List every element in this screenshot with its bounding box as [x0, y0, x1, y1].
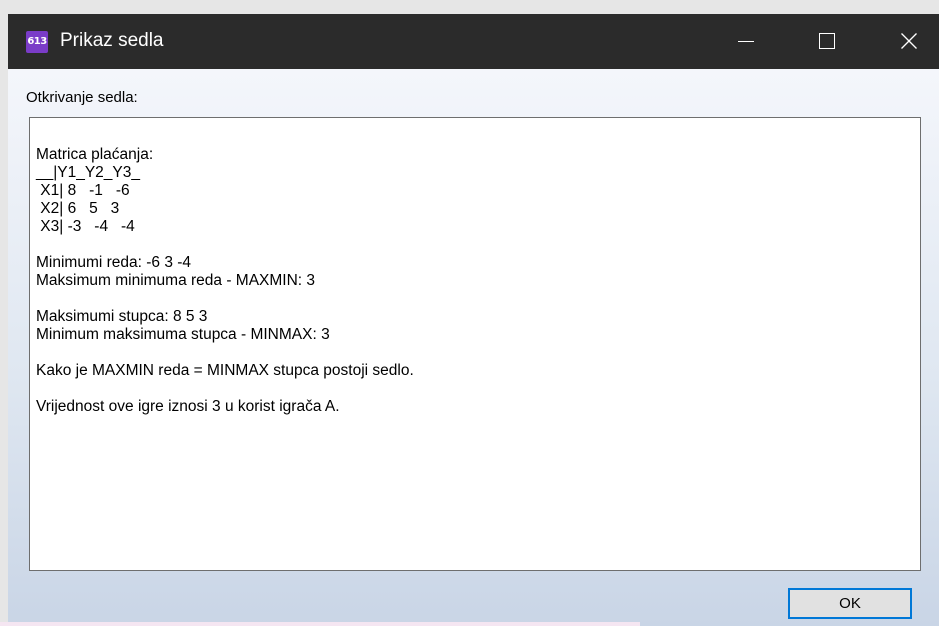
maximize-button[interactable] [795, 14, 855, 69]
result-line: Matrica plaćanja: [36, 146, 154, 163]
app-icon: 613 [26, 31, 48, 53]
dialog-window: 613 Prikaz sedla Otkrivanje sedla: Matri… [8, 14, 939, 626]
result-line: Minimum maksimuma stupca - MINMAX: 3 [36, 326, 330, 343]
result-text: Matrica plaćanja: __|Y1_Y2_Y3_ X1| 8 -1 … [30, 118, 920, 416]
ok-button[interactable]: OK [788, 588, 912, 619]
result-line: X3| -3 -4 -4 [36, 218, 135, 235]
result-line: Minimumi reda: -6 3 -4 [36, 254, 192, 271]
title-bar[interactable]: 613 Prikaz sedla [8, 14, 939, 69]
result-textbox[interactable]: Matrica plaćanja: __|Y1_Y2_Y3_ X1| 8 -1 … [29, 117, 921, 571]
result-line: Maksimum minimuma reda - MAXMIN: 3 [36, 272, 316, 289]
result-line: X1| 8 -1 -6 [36, 182, 130, 199]
result-line: Maksimumi stupca: 8 5 3 [36, 308, 208, 325]
result-line: __|Y1_Y2_Y3_ [36, 164, 141, 181]
close-button[interactable] [877, 14, 937, 69]
window-title: Prikaz sedla [60, 30, 164, 51]
minimize-icon [738, 41, 754, 42]
taskbar-strip [0, 622, 640, 626]
result-line: Kako je MAXMIN reda = MINMAX stupca post… [36, 362, 414, 379]
close-icon [901, 33, 917, 49]
section-label: Otkrivanje sedla: [26, 89, 138, 106]
result-line: X2| 6 5 3 [36, 200, 120, 217]
result-line: Vrijednost ove igre iznosi 3 u korist ig… [36, 398, 340, 415]
minimize-button[interactable] [715, 14, 775, 69]
maximize-icon [819, 33, 835, 49]
